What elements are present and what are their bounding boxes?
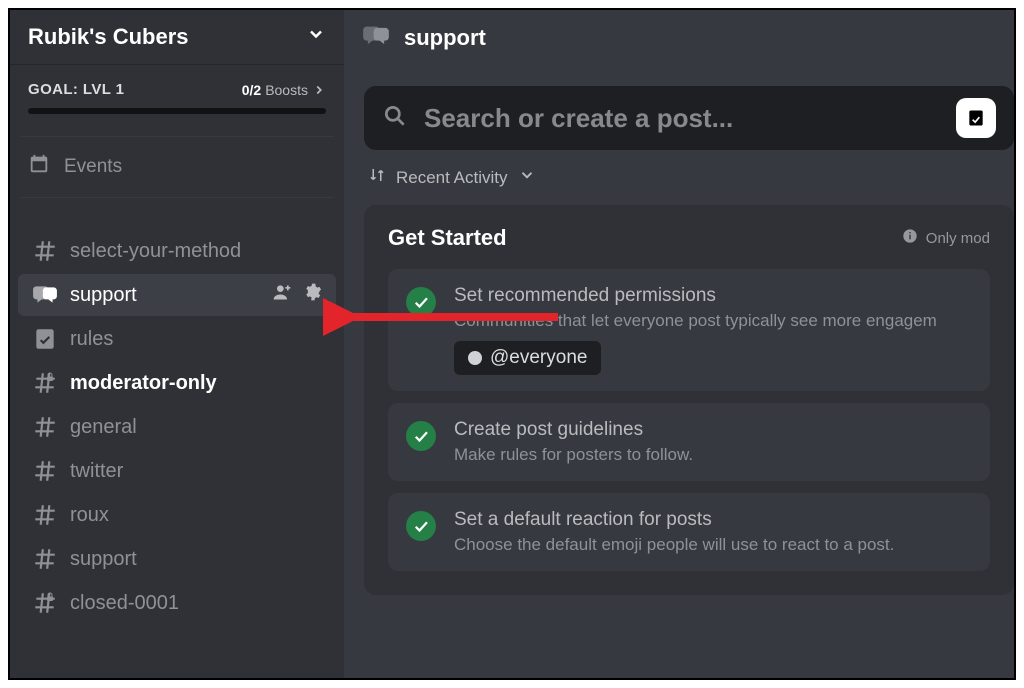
gear-icon[interactable] bbox=[302, 282, 322, 308]
role-chip[interactable]: @everyone bbox=[454, 341, 601, 375]
card-title: Create post guidelines bbox=[454, 419, 693, 441]
boost-count: 0/2 Boosts bbox=[242, 82, 326, 98]
forum-icon bbox=[32, 282, 58, 308]
channel-closed-0001[interactable]: closed-0001 bbox=[18, 582, 336, 624]
channel-label: support bbox=[70, 548, 137, 571]
server-header[interactable]: Rubik's Cubers bbox=[10, 10, 344, 65]
get-started-panel: Get Started Only mod Set recommended per… bbox=[364, 205, 1014, 595]
panel-title: Get Started bbox=[388, 225, 507, 251]
setup-card[interactable]: Set recommended permissions Communities t… bbox=[388, 269, 990, 391]
channel-general[interactable]: general bbox=[18, 406, 336, 448]
divider bbox=[20, 136, 334, 137]
invite-icon[interactable] bbox=[272, 282, 292, 308]
divider bbox=[20, 197, 334, 198]
forum-icon bbox=[362, 22, 390, 55]
card-subtitle: Communities that let everyone post typic… bbox=[454, 311, 937, 331]
card-title: Set a default reaction for posts bbox=[454, 509, 894, 531]
lock-icon bbox=[44, 586, 56, 609]
channel-label: rules bbox=[70, 328, 113, 351]
sort-icon bbox=[368, 166, 386, 189]
card-subtitle: Make rules for posters to follow. bbox=[454, 445, 693, 465]
channel-support[interactable]: support bbox=[18, 538, 336, 580]
events-link[interactable]: Events bbox=[10, 141, 344, 193]
main-area: support Search or create a post... Recen… bbox=[344, 10, 1014, 678]
channel-rules[interactable]: rules bbox=[18, 318, 336, 360]
role-dot-icon bbox=[468, 351, 482, 365]
channel-support[interactable]: support bbox=[18, 274, 336, 316]
boost-goal-label: GOAL: LVL 1 bbox=[28, 81, 124, 98]
hash-icon bbox=[32, 546, 58, 572]
boost-panel[interactable]: GOAL: LVL 1 0/2 Boosts bbox=[10, 65, 344, 132]
channel-twitter[interactable]: twitter bbox=[18, 450, 336, 492]
hash-icon bbox=[32, 414, 58, 440]
check-icon bbox=[406, 421, 436, 451]
setup-card[interactable]: Set a default reaction for posts Choose t… bbox=[388, 493, 990, 571]
hash-icon bbox=[32, 458, 58, 484]
channel-label: moderator-only bbox=[70, 372, 217, 395]
channel-title: support bbox=[404, 25, 486, 51]
hash-icon bbox=[32, 238, 58, 264]
chevron-down-icon bbox=[518, 166, 536, 189]
search-placeholder: Search or create a post... bbox=[424, 103, 940, 134]
app-window: Rubik's Cubers GOAL: LVL 1 0/2 Boosts Ev… bbox=[8, 8, 1016, 680]
server-name: Rubik's Cubers bbox=[28, 24, 189, 50]
events-label: Events bbox=[64, 156, 122, 178]
content-area: Search or create a post... Recent Activi… bbox=[344, 66, 1014, 595]
channel-list: select-your-method support rules moderator-… bbox=[10, 230, 344, 624]
channel-moderator-only[interactable]: moderator-only bbox=[18, 362, 336, 404]
search-create-bar[interactable]: Search or create a post... bbox=[364, 86, 1014, 150]
channel-label: roux bbox=[70, 504, 109, 527]
rules-icon bbox=[32, 326, 58, 352]
sort-label: Recent Activity bbox=[396, 168, 508, 188]
server-sidebar: Rubik's Cubers GOAL: LVL 1 0/2 Boosts Ev… bbox=[10, 10, 344, 678]
lock-icon bbox=[44, 366, 56, 389]
card-subtitle: Choose the default emoji people will use… bbox=[454, 535, 894, 555]
channel-label: general bbox=[70, 416, 137, 439]
channel-label: select-your-method bbox=[70, 240, 241, 263]
only-mod-note: Only mod bbox=[902, 228, 990, 248]
search-icon bbox=[382, 103, 408, 134]
info-icon bbox=[902, 228, 918, 248]
channel-select-your-method[interactable]: select-your-method bbox=[18, 230, 336, 272]
boost-progress-bar bbox=[28, 108, 326, 114]
hash-icon bbox=[32, 502, 58, 528]
role-name: @everyone bbox=[490, 347, 587, 369]
channel-label: twitter bbox=[70, 460, 123, 483]
channel-label: closed-0001 bbox=[70, 592, 179, 615]
channel-topbar: support bbox=[344, 10, 1014, 66]
sort-selector[interactable]: Recent Activity bbox=[368, 166, 1010, 189]
guidelines-button[interactable] bbox=[956, 98, 996, 138]
calendar-icon bbox=[28, 153, 50, 181]
chevron-down-icon bbox=[306, 24, 326, 50]
channel-label: support bbox=[70, 284, 137, 307]
setup-card[interactable]: Create post guidelines Make rules for pos… bbox=[388, 403, 990, 481]
check-icon bbox=[406, 287, 436, 317]
check-icon bbox=[406, 511, 436, 541]
card-title: Set recommended permissions bbox=[454, 285, 937, 307]
channel-roux[interactable]: roux bbox=[18, 494, 336, 536]
